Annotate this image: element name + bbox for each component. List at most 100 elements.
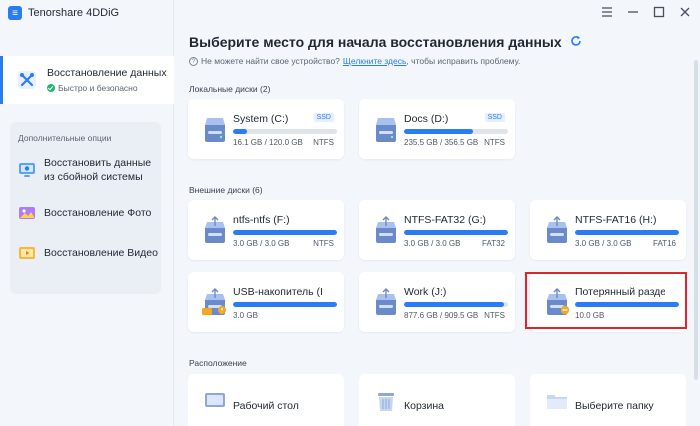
drive-card-f[interactable]: ntfs-ntfs (F:) 3.0 GB / 3.0 GB NTFS xyxy=(188,200,344,260)
app-logo-icon: ≡ xyxy=(8,6,22,20)
local-disks-title: Локальные диски (2) xyxy=(189,84,271,94)
drive-card-system-c[interactable]: System (C:) SSD 16.1 GB / 120.0 GB NTFS xyxy=(188,99,344,159)
computer-crash-icon xyxy=(18,161,36,179)
location-recycle-bin[interactable]: Корзина xyxy=(359,374,515,426)
subtitle-text: Быстро и безопасно xyxy=(58,83,138,93)
hard-drive-icon xyxy=(376,118,396,142)
drive-usage-bar xyxy=(233,129,337,134)
photo-icon xyxy=(18,204,36,222)
sidebar-item-label: Восстановить данные из сбойной системы xyxy=(44,156,151,184)
drive-usage-fill xyxy=(575,302,679,307)
sidebar-item-label: Восстановление Видео xyxy=(44,247,158,259)
drive-filesystem: FAT16 xyxy=(653,239,676,248)
drive-card-g[interactable]: NTFS-FAT32 (G:) 3.0 GB / 3.0 GB FAT32 xyxy=(359,200,515,260)
drive-size: 3.0 GB / 3.0 GB xyxy=(575,239,632,248)
help-icon: ? xyxy=(189,56,198,66)
lost-partition-icon xyxy=(547,288,570,315)
label-line-2: из сбойной системы xyxy=(44,171,143,183)
drive-usage-fill xyxy=(233,230,337,235)
drive-card-j[interactable]: Work (J:) 877.6 GB / 909.5 GB NTFS xyxy=(359,272,515,332)
drive-usage-fill xyxy=(404,302,504,307)
sidebar-item-label: Восстановление Фото xyxy=(44,207,152,219)
sidebar-item-system-crash[interactable]: Восстановить данные из сбойной системы xyxy=(18,156,151,184)
drive-name: System (C:) xyxy=(233,113,289,125)
extra-options-panel: Дополнительные опции Восстановить данные… xyxy=(10,122,161,294)
drive-name: Work (J:) xyxy=(404,286,447,298)
drive-filesystem: NTFS xyxy=(313,138,334,147)
drive-type-badge: SSD xyxy=(313,113,334,122)
sidebar-item-data-recovery[interactable]: Восстановление данных Быстро и безопасно xyxy=(0,56,174,104)
external-disks-title: Внешние диски (6) xyxy=(189,185,263,195)
drive-size: 3.0 GB / 3.0 GB xyxy=(233,239,290,248)
drive-size: 877.6 GB / 909.5 GB xyxy=(404,311,479,320)
shield-check-icon xyxy=(47,84,55,92)
drive-usage-bar xyxy=(233,302,337,307)
drive-filesystem: NTFS xyxy=(484,138,505,147)
location-label: Корзина xyxy=(404,400,444,412)
main-panel: Выберите место для начала восстановления… xyxy=(175,0,700,426)
drive-filesystem: FAT32 xyxy=(482,239,505,248)
maximize-icon[interactable] xyxy=(652,5,666,19)
hint-prefix: Не можете найти свое устройство? xyxy=(201,56,340,66)
page-title-text: Выберите место для начала восстановления… xyxy=(189,34,562,50)
drive-name: USB-накопитель (I:) xyxy=(233,286,323,298)
folder-icon xyxy=(547,395,567,409)
usb-drive-icon xyxy=(202,288,226,315)
label-line-1: Восстановить данные xyxy=(44,157,152,169)
drive-card-i[interactable]: USB-накопитель (I:) 3.0 GB xyxy=(188,272,344,332)
sidebar-item-video-recovery[interactable]: Восстановление Видео xyxy=(18,244,158,262)
drive-size: 3.0 GB xyxy=(233,311,258,320)
desktop-icon xyxy=(205,393,225,407)
brand: ≡ Tenorshare 4DDiG xyxy=(8,6,119,20)
scrollbar[interactable] xyxy=(694,60,698,380)
drive-size: 16.1 GB / 120.0 GB xyxy=(233,138,303,147)
drive-card-lost-partition[interactable]: Потерянный разде... 10.0 GB xyxy=(530,272,686,332)
drive-usage-bar xyxy=(404,302,508,307)
drive-size: 3.0 GB / 3.0 GB xyxy=(404,239,461,248)
drive-name: NTFS-FAT32 (G:) xyxy=(404,214,487,226)
drive-usage-bar xyxy=(404,129,508,134)
drive-usage-bar xyxy=(233,230,337,235)
drive-card-docs-d[interactable]: Docs (D:) SSD 235.5 GB / 356.5 GB NTFS xyxy=(359,99,515,159)
menu-icon[interactable] xyxy=(600,5,614,19)
tools-icon xyxy=(17,70,37,90)
page-title: Выберите место для начала восстановления… xyxy=(189,34,582,50)
fix-problem-link[interactable]: Щелкните здесь xyxy=(343,56,407,66)
location-label: Выберите папку xyxy=(575,400,654,412)
drive-name: NTFS-FAT16 (H:) xyxy=(575,214,657,226)
location-label: Рабочий стол xyxy=(233,400,299,412)
location-desktop[interactable]: Рабочий стол xyxy=(188,374,344,426)
video-icon xyxy=(18,244,36,262)
drive-name: ntfs-ntfs (F:) xyxy=(233,214,290,226)
drive-usage-fill xyxy=(575,230,679,235)
drive-filesystem: NTFS xyxy=(484,311,505,320)
drive-size: 235.5 GB / 356.5 GB xyxy=(404,138,479,147)
drive-name: Docs (D:) xyxy=(404,113,449,125)
sidebar-item-subtitle: Быстро и безопасно xyxy=(47,83,167,93)
usb-drive-icon xyxy=(376,288,396,315)
refresh-icon[interactable] xyxy=(570,35,582,50)
sidebar-item-label: Восстановление данных xyxy=(47,67,167,79)
drive-usage-fill xyxy=(404,230,508,235)
scrollbar-thumb[interactable] xyxy=(694,60,698,380)
drive-usage-bar xyxy=(404,230,508,235)
recycle-bin-icon xyxy=(378,393,394,411)
drive-usage-bar xyxy=(575,230,679,235)
close-icon[interactable] xyxy=(678,5,692,19)
drive-filesystem: NTFS xyxy=(313,239,334,248)
drive-card-h[interactable]: NTFS-FAT16 (H:) 3.0 GB / 3.0 GB FAT16 xyxy=(530,200,686,260)
usb-drive-icon xyxy=(376,216,396,243)
minimize-icon[interactable] xyxy=(626,5,640,19)
drive-usage-fill xyxy=(233,129,247,134)
app-name: Tenorshare 4DDiG xyxy=(28,7,120,19)
device-hint: ? Не можете найти свое устройство? Щелкн… xyxy=(189,56,520,66)
usb-drive-icon xyxy=(547,216,567,243)
location-choose-folder[interactable]: Выберите папку xyxy=(530,374,686,426)
drive-size: 10.0 GB xyxy=(575,311,605,320)
extra-options-title: Дополнительные опции xyxy=(18,133,112,143)
sidebar-item-photo-recovery[interactable]: Восстановление Фото xyxy=(18,204,151,222)
drive-name: Потерянный разде... xyxy=(575,286,665,298)
usb-drive-icon xyxy=(205,216,225,243)
drive-usage-fill xyxy=(404,129,473,134)
window-controls xyxy=(600,5,692,19)
